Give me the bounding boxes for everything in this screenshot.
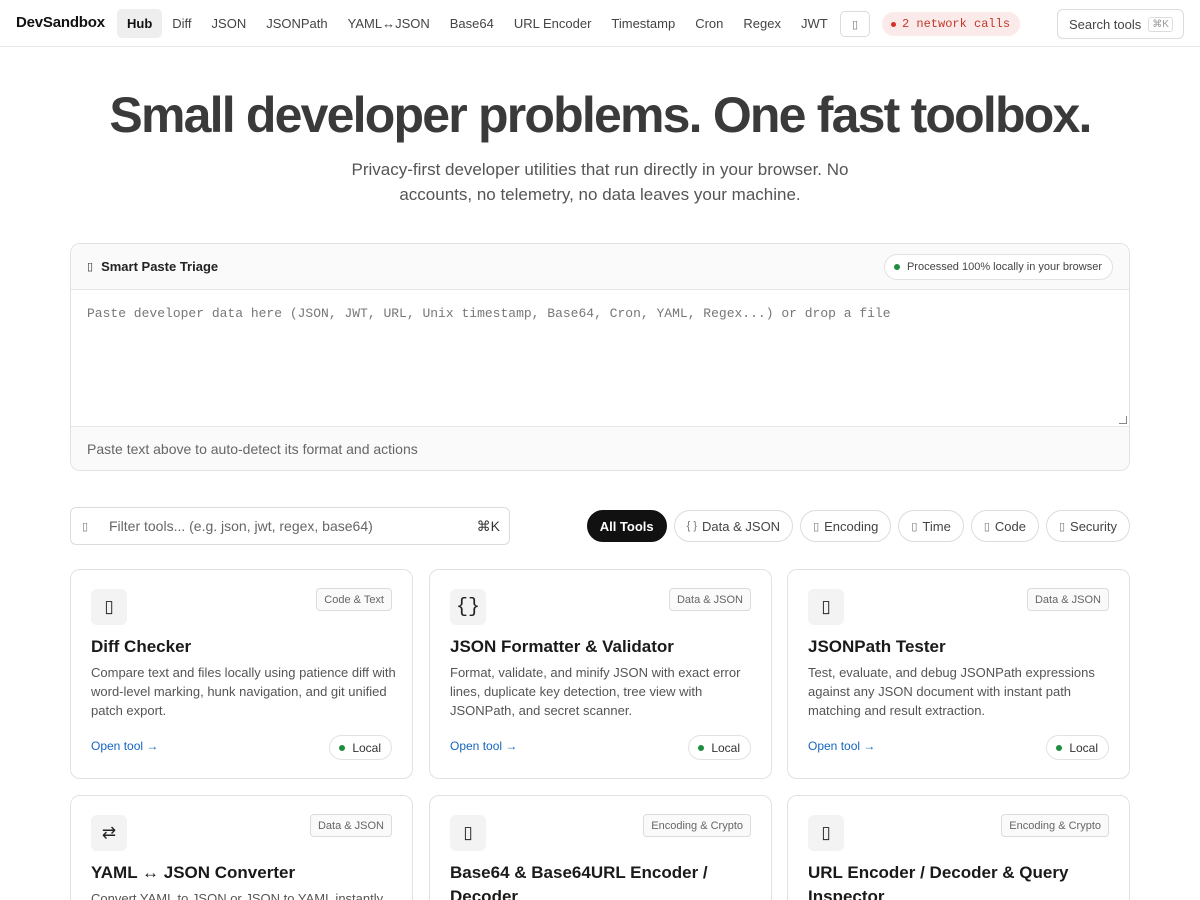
search-shortcut-kbd: ⌘K	[1148, 16, 1173, 32]
local-status-dot	[1056, 744, 1063, 751]
nav-link-cron[interactable]: Cron	[685, 9, 733, 38]
swap-arrows-icon: ⇄	[91, 815, 127, 851]
nav-link-timestamp[interactable]: Timestamp	[601, 9, 685, 38]
smart-paste-panel: ▯ Smart Paste Triage Processed 100% loca…	[70, 243, 1130, 471]
tool-card-jsonpath-tester[interactable]: ▯ Data & JSON JSONPath Tester Test, eval…	[787, 569, 1130, 779]
chip-data-json-label: Data & JSON	[702, 518, 781, 534]
hero-title: Small developer problems. One fast toolb…	[109, 87, 1092, 143]
nav-link-base64[interactable]: Base64	[440, 9, 504, 38]
local-processing-badge: Processed 100% locally in your browser	[883, 254, 1113, 280]
nav-links: Hub Diff JSON JSONPath YAML↔JSON Base64 …	[117, 9, 838, 38]
card-title: URL Encoder / Decoder & Query Inspector	[808, 863, 1069, 900]
network-status-dot	[891, 21, 896, 27]
local-status-dot	[893, 264, 900, 270]
tool-card-json-formatter[interactable]: {} Data & JSON JSON Formatter & Validato…	[429, 569, 772, 779]
theme-toggle-button[interactable]: ▯	[840, 11, 870, 37]
triage-hint-text: Paste text above to auto-detect its form…	[87, 441, 418, 457]
local-badge-label: Local	[352, 740, 381, 755]
card-description: Convert YAML to JSON or JSON to YAML ins…	[91, 891, 384, 900]
search-icon: ▯	[82, 520, 89, 533]
tool-card-base64[interactable]: ▯ Encoding & Crypto Base64 & Base64URL E…	[429, 795, 772, 900]
tool-card-url-encoder[interactable]: ▯ Encoding & Crypto URL Encoder / Decode…	[787, 795, 1130, 900]
smart-paste-title: Smart Paste Triage	[101, 259, 219, 274]
network-calls-badge[interactable]: 2 network calls	[882, 12, 1021, 36]
braces-icon: { }	[686, 520, 698, 532]
network-calls-label: 2 network calls	[902, 17, 1011, 31]
card-category-tag: Data & JSON	[668, 588, 751, 611]
nav-link-json[interactable]: JSON	[202, 9, 257, 38]
code-icon: ▯	[983, 520, 990, 533]
tool-card-yaml-json[interactable]: ⇄ Data & JSON YAML ↔ JSON Converter Conv…	[70, 795, 413, 900]
open-tool-link[interactable]: Open tool →	[808, 739, 875, 753]
card-category-tag: Data & JSON	[309, 814, 392, 837]
local-badge: Local	[688, 735, 751, 760]
chip-encoding-label: Encoding	[824, 518, 879, 534]
nav-link-diff[interactable]: Diff	[162, 9, 201, 38]
theme-toggle-icon: ▯	[851, 18, 859, 31]
jsonpath-icon: ▯	[808, 589, 844, 625]
nav-link-yaml-json[interactable]: YAML↔JSON	[338, 9, 440, 38]
card-description: Test, evaluate, and debug JSONPath expre…	[808, 665, 1095, 718]
top-navbar: DevSandbox Hub Diff JSON JSONPath YAML↔J…	[0, 0, 1200, 47]
resize-handle-icon[interactable]	[1119, 416, 1127, 424]
chip-all-tools-label: All Tools	[599, 518, 654, 534]
chip-data-json[interactable]: { } Data & JSON	[673, 510, 794, 542]
tool-card-diff-checker[interactable]: ▯ Code & Text Diff Checker Compare text …	[70, 569, 413, 779]
card-title: Base64 & Base64URL Encoder / Decoder	[450, 863, 708, 900]
triage-hint-bar: Paste text above to auto-detect its form…	[71, 426, 1129, 470]
card-category-tag: Code & Text	[316, 588, 392, 611]
card-description: Format, validate, and minify JSON with e…	[450, 665, 741, 718]
local-badge-label: Local	[1069, 740, 1098, 755]
category-filter-chips: All Tools { } Data & JSON ▯ Encoding ▯ T…	[586, 510, 1130, 542]
open-tool-link[interactable]: Open tool →	[91, 739, 158, 753]
nav-link-url-encoder[interactable]: URL Encoder	[504, 9, 602, 38]
shield-icon: ▯	[1058, 520, 1066, 533]
chip-security[interactable]: ▯ Security	[1045, 510, 1130, 542]
hero-subtitle: Privacy-first developer utilities that r…	[351, 160, 849, 204]
card-category-tag: Encoding & Crypto	[1001, 814, 1109, 837]
link-icon: ▯	[808, 815, 844, 851]
filter-placeholder: Filter tools... (e.g. json, jwt, regex, …	[109, 518, 373, 534]
local-processing-label: Processed 100% locally in your browser	[906, 261, 1102, 273]
nav-link-hub[interactable]: Hub	[117, 9, 163, 38]
chip-time-label: Time	[922, 518, 951, 534]
nav-link-regex[interactable]: Regex	[733, 9, 791, 38]
card-title: YAML ↔ JSON Converter	[91, 863, 296, 882]
paste-textarea[interactable]: Paste developer data here (JSON, JWT, UR…	[71, 290, 1129, 426]
tool-filter-input[interactable]: ▯ Filter tools... (e.g. json, jwt, regex…	[70, 507, 510, 545]
local-status-dot	[698, 744, 705, 751]
search-tools-label: Search tools	[1069, 16, 1142, 32]
search-tools-button[interactable]: Search tools ⌘K	[1057, 9, 1184, 39]
chip-encoding[interactable]: ▯ Encoding	[800, 510, 892, 542]
open-tool-link[interactable]: Open tool →	[450, 739, 517, 753]
filter-shortcut-kbd: ⌘K	[476, 517, 500, 534]
chip-all-tools[interactable]: All Tools	[586, 510, 667, 542]
encoding-icon: ▯	[813, 520, 820, 533]
chip-security-label: Security	[1070, 518, 1117, 534]
braces-icon: {}	[450, 589, 486, 625]
diff-icon: ▯	[91, 589, 127, 625]
card-category-tag: Encoding & Crypto	[643, 814, 751, 837]
card-description: Compare text and files locally using pat…	[91, 665, 396, 718]
chip-time[interactable]: ▯ Time	[898, 510, 964, 542]
smart-paste-header: ▯ Smart Paste Triage Processed 100% loca…	[71, 244, 1129, 290]
card-title: JSON Formatter & Validator	[450, 637, 674, 656]
brand-logo[interactable]: DevSandbox	[16, 14, 105, 31]
chip-code[interactable]: ▯ Code	[970, 510, 1039, 542]
local-badge: Local	[329, 735, 392, 760]
chip-code-label: Code	[994, 518, 1026, 534]
base64-icon: ▯	[450, 815, 486, 851]
card-title: Diff Checker	[91, 637, 192, 656]
clipboard-icon: ▯	[87, 261, 94, 273]
paste-placeholder: Paste developer data here (JSON, JWT, UR…	[87, 306, 891, 321]
local-badge: Local	[1046, 735, 1109, 760]
nav-link-jsonpath[interactable]: JSONPath	[256, 9, 337, 38]
local-badge-label: Local	[711, 740, 740, 755]
card-title: JSONPath Tester	[808, 637, 946, 656]
clock-icon: ▯	[911, 520, 918, 533]
local-status-dot	[339, 744, 346, 751]
card-category-tag: Data & JSON	[1026, 588, 1109, 611]
nav-link-jwt[interactable]: JWT	[791, 9, 838, 38]
